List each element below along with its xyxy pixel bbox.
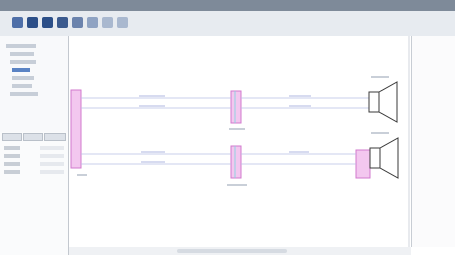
- redo-icon[interactable]: [117, 17, 128, 28]
- speaker-label: [371, 132, 389, 134]
- connector-middle-bottom[interactable]: [230, 145, 242, 179]
- wiring-diagram: [70, 36, 410, 247]
- paste-icon[interactable]: [87, 17, 98, 28]
- wire-label: [289, 105, 311, 107]
- tree-item[interactable]: [10, 52, 34, 56]
- right-panel: [412, 36, 455, 247]
- tree-item-selected[interactable]: [12, 68, 30, 72]
- project-tree[interactable]: [0, 36, 68, 133]
- wire-label: [289, 95, 311, 97]
- connector-label: [229, 128, 245, 130]
- connector-label: [227, 184, 247, 186]
- speaker-top[interactable]: [368, 81, 398, 123]
- scrollbar-thumb[interactable]: [177, 249, 287, 253]
- properties-tabs: [2, 132, 66, 141]
- wire-label: [139, 95, 165, 97]
- connector-right[interactable]: [355, 149, 371, 179]
- horizontal-scrollbar[interactable]: [69, 247, 411, 255]
- tree-item[interactable]: [10, 92, 38, 96]
- save-icon[interactable]: [42, 17, 53, 28]
- left-panel: [0, 36, 69, 255]
- toolbar: [0, 11, 455, 37]
- new-document-icon[interactable]: [12, 17, 23, 28]
- connector-left[interactable]: [70, 89, 82, 169]
- tab[interactable]: [44, 133, 66, 141]
- tree-item[interactable]: [6, 44, 36, 48]
- speaker-bottom[interactable]: [369, 137, 399, 179]
- tab[interactable]: [23, 133, 43, 141]
- title-bar: [0, 0, 455, 11]
- properties-panel: [0, 132, 68, 255]
- connector-label: [77, 174, 87, 176]
- connector-middle-top[interactable]: [230, 90, 242, 124]
- tree-item[interactable]: [12, 76, 34, 80]
- tree-item[interactable]: [12, 84, 32, 88]
- diagram-canvas[interactable]: [69, 36, 411, 247]
- wire-label: [289, 151, 309, 153]
- cut-icon[interactable]: [57, 17, 68, 28]
- open-icon[interactable]: [27, 17, 38, 28]
- wire-label: [141, 151, 165, 153]
- tab[interactable]: [2, 133, 22, 141]
- copy-icon[interactable]: [72, 17, 83, 28]
- wire-label: [139, 105, 165, 107]
- tree-item[interactable]: [10, 60, 36, 64]
- speaker-label: [371, 76, 389, 78]
- undo-icon[interactable]: [102, 17, 113, 28]
- wire-label: [141, 161, 165, 163]
